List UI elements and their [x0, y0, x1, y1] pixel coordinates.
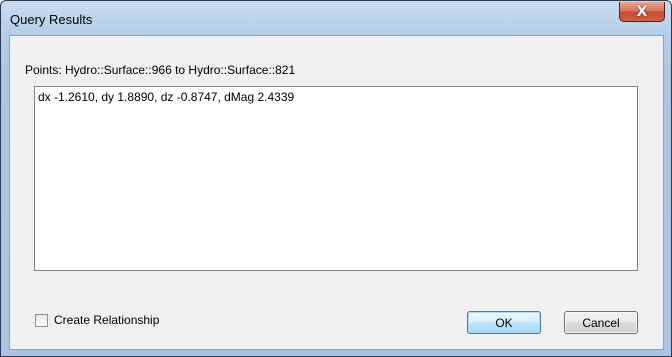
points-label: Points: Hydro::Surface::966 to Hydro::Su… [25, 63, 296, 77]
create-relationship-option[interactable]: Create Relationship [35, 313, 159, 327]
create-relationship-checkbox[interactable] [35, 313, 48, 327]
close-button[interactable]: X [619, 2, 665, 22]
ok-button[interactable]: OK [467, 311, 541, 334]
results-text-area[interactable]: dx -1.2610, dy 1.8890, dz -0.8747, dMag … [34, 86, 638, 271]
cancel-button-label: Cancel [582, 315, 620, 330]
close-icon: X [636, 3, 648, 20]
window-title: Query Results [10, 12, 93, 27]
results-text: dx -1.2610, dy 1.8890, dz -0.8747, dMag … [38, 90, 295, 104]
cancel-button[interactable]: Cancel [564, 311, 638, 334]
title-bar[interactable]: Query Results X [1, 1, 671, 35]
ok-button-label: OK [495, 315, 513, 330]
create-relationship-label[interactable]: Create Relationship [54, 313, 159, 327]
